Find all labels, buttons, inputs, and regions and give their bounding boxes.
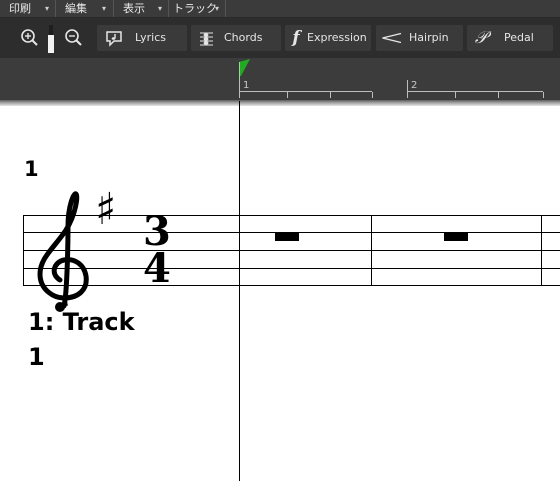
chevron-down-icon: ▾ [158, 4, 163, 13]
barline [371, 215, 372, 286]
whole-rest[interactable] [275, 233, 299, 241]
barline-start [23, 215, 24, 286]
playhead-line[interactable] [239, 101, 240, 481]
key-signature-sharp: ♯ [95, 184, 117, 235]
staff-line [23, 250, 560, 251]
pedal-label: Pedal [504, 31, 534, 44]
menu-view-label: 表示 [123, 2, 145, 15]
hairpin-label: Hairpin [409, 31, 449, 44]
pedal-icon: 𝒫 [474, 28, 488, 48]
lyrics-label: Lyrics [135, 31, 166, 44]
zoom-in-icon [21, 29, 38, 46]
hairpin-button[interactable]: Hairpin [376, 25, 463, 51]
expression-icon: f [292, 28, 300, 48]
menu-edit-label: 編集 [65, 2, 87, 15]
chords-button[interactable]: Chords [191, 25, 281, 51]
menu-print-label: 印刷 [9, 2, 31, 15]
pedal-button[interactable]: 𝒫 Pedal [467, 25, 553, 51]
whole-rest[interactable] [444, 233, 468, 241]
menu-bar: 印刷 ▾ 編集 ▾ 表示 ▾ トラック ▾ [0, 0, 560, 18]
toolbar: Lyrics Chords f Expression Hairpin 𝒫 Ped… [0, 18, 560, 58]
track-number: 1 [28, 343, 45, 371]
menu-track-label: トラック [173, 2, 217, 15]
menu-track[interactable]: トラック ▾ [169, 0, 226, 17]
zoom-slider-thumb[interactable] [48, 35, 54, 53]
menu-print[interactable]: 印刷 ▾ [0, 0, 56, 17]
timeline-ruler[interactable]: 1 2 [0, 58, 560, 101]
page-number: 1 [24, 157, 39, 181]
ruler-mark-2: 2 [411, 80, 418, 91]
ruler-mark-1: 1 [243, 80, 250, 91]
barline [541, 215, 542, 286]
lyrics-button[interactable]: Lyrics [97, 25, 187, 51]
treble-clef-icon [37, 191, 89, 312]
menu-edit[interactable]: 編集 ▾ [56, 0, 114, 17]
track-label: 1: Track [28, 308, 135, 336]
chords-icon [200, 32, 213, 46]
hairpin-icon [382, 32, 402, 44]
ruler-ticks [239, 80, 544, 98]
expression-button[interactable]: f Expression [285, 25, 371, 51]
staff-line [23, 285, 560, 286]
lyrics-icon [106, 31, 122, 47]
chevron-down-icon: ▾ [102, 4, 107, 13]
playhead-marker-icon[interactable] [238, 58, 252, 80]
staff-line [23, 268, 560, 269]
zoom-in-button[interactable] [18, 25, 42, 51]
time-signature-bottom: 4 [143, 245, 171, 292]
zoom-out-icon [65, 29, 82, 46]
expression-label: Expression [307, 31, 367, 44]
zoom-out-button[interactable] [62, 25, 86, 51]
chevron-down-icon: ▾ [215, 4, 220, 13]
chevron-down-icon: ▾ [45, 4, 50, 13]
menu-view[interactable]: 表示 ▾ [114, 0, 169, 17]
zoom-slider[interactable] [47, 23, 55, 53]
chords-label: Chords [224, 31, 263, 44]
